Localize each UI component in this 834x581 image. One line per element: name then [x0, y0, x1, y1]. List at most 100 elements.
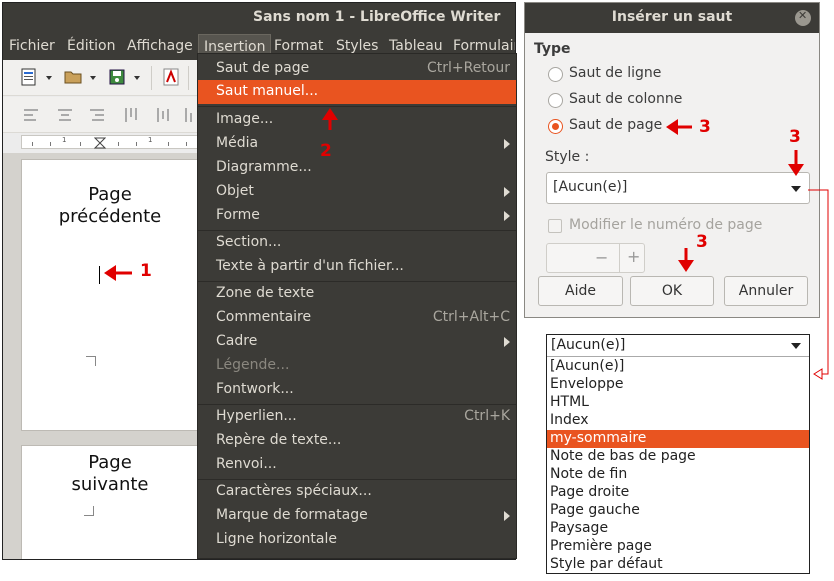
ruler-number: 1	[148, 136, 153, 144]
style-dropdown-list: [Aucun(e)] [Aucun(e)] Enveloppe HTML Ind…	[546, 334, 810, 574]
annotation-number-2: 2	[320, 141, 332, 161]
menu-item-renvoi[interactable]: Renvoi...	[198, 453, 516, 477]
menu-item-media[interactable]: Média	[198, 132, 516, 156]
align-middle-icon[interactable]	[153, 105, 173, 125]
submenu-arrow-icon	[504, 187, 510, 197]
radio-label-saut-de-page[interactable]: Saut de page	[569, 117, 662, 133]
menu-item-saut-manuel[interactable]: Saut manuel...	[198, 80, 516, 104]
insertion-menu: Saut de page Ctrl+Retour Saut manuel... …	[197, 53, 517, 559]
menu-item-repere-de-texte[interactable]: Repère de texte...	[198, 429, 516, 453]
align-right-icon[interactable]	[87, 105, 107, 125]
page-corner-mark	[86, 356, 96, 366]
help-button[interactable]: Aide	[538, 276, 623, 306]
menu-item-caracteres-speciaux[interactable]: Caractères spéciaux...	[198, 480, 516, 504]
toolbar-separator	[188, 66, 189, 90]
style-option[interactable]: Page droite	[547, 484, 809, 502]
toolbar-separator	[151, 66, 152, 90]
menu-item-saut-de-page[interactable]: Saut de page Ctrl+Retour	[198, 57, 516, 81]
radio-label-saut-de-ligne[interactable]: Saut de ligne	[569, 65, 661, 81]
submenu-arrow-icon	[504, 211, 510, 221]
menu-format[interactable]: Format	[274, 38, 323, 54]
radio-saut-de-page[interactable]	[548, 119, 563, 134]
horizontal-ruler[interactable]: 1 1	[21, 135, 201, 149]
chevron-down-icon	[791, 343, 801, 349]
page-next-label-line1: Page	[88, 452, 132, 473]
style-option[interactable]: Index	[547, 412, 809, 430]
tab-stop-marker-icon[interactable]	[94, 137, 106, 149]
menu-separator	[198, 106, 516, 107]
align-center-icon[interactable]	[55, 105, 75, 125]
style-option[interactable]: Enveloppe	[547, 376, 809, 394]
align-left-icon[interactable]	[21, 105, 41, 125]
style-label: Style :	[545, 149, 590, 165]
menu-item-forme[interactable]: Forme	[198, 204, 516, 228]
menu-item-diagramme[interactable]: Diagramme...	[198, 156, 516, 180]
style-option[interactable]: Page gauche	[547, 502, 809, 520]
menu-item-hyperlien[interactable]: Hyperlien... Ctrl+K	[198, 405, 516, 429]
menu-item-objet[interactable]: Objet	[198, 180, 516, 204]
menu-item-ligne-horizontale[interactable]: Ligne horizontale	[198, 528, 516, 552]
style-option[interactable]: Paysage	[547, 520, 809, 538]
dropdown-arrow-icon[interactable]	[89, 74, 97, 82]
dropdown-arrow-icon[interactable]	[45, 74, 53, 82]
style-option[interactable]: [Aucun(e)]	[547, 358, 809, 376]
page-next[interactable]: Page suivante	[21, 445, 201, 559]
style-option[interactable]: Style par défaut	[547, 556, 809, 574]
annotation-number-3b: 3	[789, 127, 801, 147]
dialog-titlebar: Insérer un saut	[525, 3, 819, 33]
style-option-selected[interactable]: my-sommaire	[547, 430, 809, 448]
page-corner-mark	[84, 506, 94, 516]
menu-item-legende: Légende...	[216, 357, 290, 373]
menu-item-commentaire[interactable]: Commentaire Ctrl+Alt+C	[198, 306, 516, 330]
style-option[interactable]: Première page	[547, 538, 809, 556]
dropdown-arrow-icon[interactable]	[133, 74, 141, 82]
menu-item-fontwork[interactable]: Fontwork...	[198, 378, 516, 402]
menu-styles[interactable]: Styles	[336, 38, 378, 54]
menu-tableau[interactable]: Tableau	[389, 38, 443, 54]
align-top-icon[interactable]	[121, 105, 141, 125]
page-previous-label-line1: Page	[88, 184, 132, 205]
menu-item-marque-de-formatage[interactable]: Marque de formatage	[198, 504, 516, 528]
save-icon[interactable]	[107, 67, 127, 87]
window-title: Sans nom 1 - LibreOffice Writer	[253, 9, 501, 25]
style-option[interactable]: Note de bas de page	[547, 448, 809, 466]
menu-item-texte-fichier[interactable]: Texte à partir d'un fichier...	[198, 255, 516, 279]
radio-saut-de-colonne[interactable]	[548, 93, 563, 108]
ok-button[interactable]: OK	[630, 276, 714, 306]
menu-edition[interactable]: Édition	[67, 38, 115, 54]
text-cursor	[99, 266, 100, 284]
shortcut: Ctrl+Retour	[426, 60, 510, 76]
style-option[interactable]: Note de fin	[547, 466, 809, 484]
modify-page-number-checkbox[interactable]	[548, 219, 562, 233]
increment-button[interactable]: +	[627, 247, 640, 266]
menu-formulaire[interactable]: Formulair	[453, 38, 515, 54]
close-icon[interactable]	[795, 9, 811, 26]
menu-item-section[interactable]: Section...	[198, 231, 516, 255]
open-folder-icon[interactable]	[63, 67, 83, 87]
menu-fichier[interactable]: Fichier	[9, 38, 55, 54]
submenu-arrow-icon	[504, 337, 510, 347]
chevron-down-icon	[791, 186, 801, 192]
new-document-icon[interactable]	[19, 67, 39, 87]
dialog-title: Insérer un saut	[611, 9, 733, 25]
export-pdf-icon[interactable]	[161, 67, 181, 87]
type-heading: Type	[534, 41, 571, 57]
menu-item-image[interactable]: Image...	[198, 108, 516, 132]
modify-page-number-label: Modifier le numéro de page	[569, 217, 763, 233]
style-combobox-value: [Aucun(e)]	[553, 179, 628, 195]
annotation-number-1: 1	[140, 261, 152, 281]
radio-label-saut-de-colonne[interactable]: Saut de colonne	[569, 91, 682, 107]
cancel-button[interactable]: Annuler	[724, 276, 808, 306]
style-dropdown-header[interactable]: [Aucun(e)]	[547, 335, 809, 357]
shortcut: Ctrl+Alt+C	[432, 309, 510, 325]
menu-item-cadre[interactable]: Cadre	[198, 330, 516, 354]
decrement-button[interactable]: −	[595, 248, 608, 267]
ruler-number: 1	[62, 136, 67, 144]
style-combobox[interactable]: [Aucun(e)]	[546, 172, 810, 204]
style-option[interactable]: HTML	[547, 394, 809, 412]
page-previous[interactable]: Page précédente	[21, 159, 201, 431]
radio-saut-de-ligne[interactable]	[548, 67, 563, 82]
insert-break-dialog: Insérer un saut Type Saut de ligne Saut …	[524, 2, 820, 318]
menu-item-zone-de-texte[interactable]: Zone de texte	[198, 282, 516, 306]
menu-affichage[interactable]: Affichage	[127, 38, 193, 54]
